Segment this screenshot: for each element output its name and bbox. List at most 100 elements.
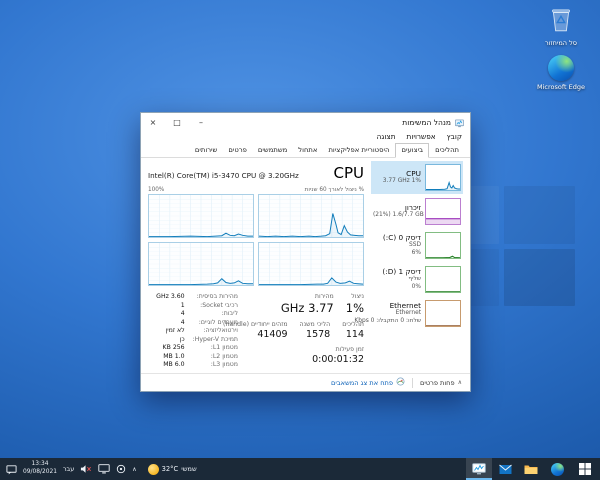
close-button[interactable]: × bbox=[141, 113, 165, 132]
tab-bar: תהליכיםביצועיםהיסטוריית אפליקציותאתחולמש… bbox=[141, 143, 470, 158]
disk1-sidebar-line1: שליף bbox=[373, 276, 421, 284]
edge-label: Microsoft Edge bbox=[535, 83, 587, 91]
tab-startup[interactable]: אתחול bbox=[293, 144, 322, 157]
stats-primary-row: ניצול1% מהירות3.77 GHz bbox=[248, 293, 364, 315]
detail-value-0: 3.60 GHz bbox=[143, 293, 185, 300]
cpu-sidebar-line1: 3.77 GHz 1% bbox=[373, 178, 421, 186]
taskbar-app-edge[interactable] bbox=[544, 458, 570, 480]
resource-monitor-icon bbox=[396, 377, 405, 388]
detail-label-3: מעבדים לוגיים: bbox=[193, 319, 238, 326]
action-center-icon[interactable] bbox=[6, 464, 17, 475]
network-icon[interactable] bbox=[98, 464, 110, 474]
stat-uptime-value: 0:00:01:32 bbox=[312, 354, 364, 365]
sidebar-item-disk0[interactable]: דיסק 0 (C:)SSD6% bbox=[371, 229, 463, 262]
fewer-details-label: פחות פרטים bbox=[420, 379, 455, 387]
memory-sidebar-title: זיכרון bbox=[373, 203, 421, 212]
tab-performance[interactable]: ביצועים bbox=[395, 143, 429, 158]
window-title: מנהל המשימות bbox=[402, 118, 451, 127]
detail-value-8: 6.0 MB bbox=[143, 361, 185, 368]
stat-utilization: ניצול1% bbox=[346, 293, 364, 315]
window-title-group: מנהל המשימות bbox=[402, 113, 464, 132]
detail-label-8: מטמון L3: bbox=[193, 361, 238, 368]
tray-status-icon[interactable] bbox=[116, 464, 126, 474]
stat-processes-value: 114 bbox=[342, 329, 364, 340]
sidebar-item-disk1[interactable]: דיסק 1 (D:)שליף0% bbox=[371, 263, 463, 296]
stat-uptime-label: זמן פעילות bbox=[312, 346, 364, 353]
minimize-button[interactable]: – bbox=[189, 113, 213, 132]
mail-icon bbox=[499, 460, 512, 479]
detail-value-6: 256 KB bbox=[143, 344, 185, 351]
menu-file[interactable]: קובץ bbox=[447, 132, 462, 141]
start-button[interactable] bbox=[570, 458, 600, 480]
window-footer: ∧ פחות פרטים פתח את צג המשאבים bbox=[141, 373, 470, 391]
language-indicator[interactable]: עבר bbox=[63, 465, 74, 473]
desktop-icon-recycle-bin[interactable]: סל המיחזור bbox=[532, 5, 590, 47]
sidebar-item-cpu[interactable]: CPU3.77 GHz 1% bbox=[371, 161, 463, 194]
detail-label-1: רכיבי Socket: bbox=[193, 302, 238, 309]
disk0-sidebar-title: דיסק 0 (C:) bbox=[373, 233, 421, 242]
stats-uptime-row: זמן פעילות0:00:01:32 bbox=[248, 346, 364, 365]
weather-condition: שמשי bbox=[181, 465, 197, 473]
menu-view[interactable]: תצוגה bbox=[377, 132, 396, 141]
stat-speed: מהירות3.77 GHz bbox=[281, 293, 334, 315]
chevron-up-icon: ∧ bbox=[458, 379, 462, 386]
sidebar-item-memory[interactable]: זיכרון(21%) 1.6/7.7 GB bbox=[371, 195, 463, 228]
tab-app-history[interactable]: היסטוריית אפליקציות bbox=[323, 144, 394, 157]
cpu-pane: CPU Intel(R) Core(TM) i5-3470 CPU @ 3.20… bbox=[148, 161, 364, 373]
stat-threads: הליכי משנה1578 bbox=[300, 321, 331, 340]
stat-threads-value: 1578 bbox=[300, 329, 331, 340]
desktop: סל המיחזור Microsoft Edge מנהל המשימות –… bbox=[0, 0, 600, 480]
taskbar-app-mail[interactable] bbox=[492, 458, 518, 480]
cpu-core-charts bbox=[148, 194, 364, 286]
detail-value-4: לא זמין bbox=[143, 327, 185, 334]
disk0-sidebar-line1: SSD bbox=[373, 242, 421, 250]
tab-details[interactable]: פרטים bbox=[223, 144, 252, 157]
stat-uptime: זמן פעילות0:00:01:32 bbox=[312, 346, 364, 365]
weather-temp: 32°C bbox=[162, 465, 179, 473]
disk0-mini-chart bbox=[425, 232, 461, 259]
detail-value-5: כן bbox=[143, 336, 185, 343]
footer-divider bbox=[412, 378, 413, 388]
tab-users[interactable]: משתמשים bbox=[253, 144, 292, 157]
tab-services[interactable]: שירותים bbox=[190, 144, 223, 157]
titlebar[interactable]: מנהל המשימות – □ × bbox=[141, 113, 470, 132]
detail-label-4: וירטואליזציה: bbox=[193, 327, 238, 334]
cpu-device-name: Intel(R) Core(TM) i5-3470 CPU @ 3.20GHz bbox=[148, 171, 299, 180]
disk1-sidebar-line2: 0% bbox=[373, 284, 421, 292]
weather-widget[interactable]: 32°C שמשי bbox=[143, 458, 202, 480]
memory-mini-chart bbox=[425, 198, 461, 225]
recycle-bin-label: סל המיחזור bbox=[532, 39, 590, 47]
desktop-icon-edge[interactable]: Microsoft Edge bbox=[535, 55, 587, 91]
detail-value-1: 1 bbox=[143, 302, 185, 309]
tab-processes[interactable]: תהליכים bbox=[430, 144, 464, 157]
disk1-sidebar-text: דיסק 1 (D:)שליף0% bbox=[373, 267, 421, 292]
cpu-core-chart-1 bbox=[148, 194, 254, 238]
detail-label-7: מטמון L2: bbox=[193, 353, 238, 360]
y-axis-max-label: 100% bbox=[148, 187, 164, 193]
edge-icon bbox=[548, 55, 574, 81]
disk1-mini-chart bbox=[425, 266, 461, 293]
fewer-details-button[interactable]: ∧ פחות פרטים bbox=[420, 379, 462, 387]
sun-icon bbox=[148, 464, 159, 475]
taskbar-clock[interactable]: 13:34 09/08/2021 bbox=[23, 461, 57, 476]
recycle-bin-icon bbox=[548, 18, 574, 37]
cpu-core-chart-2 bbox=[258, 242, 364, 286]
x-axis-label: % ניצול לאורך 60 שניות bbox=[305, 187, 364, 193]
volume-muted-icon[interactable] bbox=[80, 464, 92, 474]
task-manager-taskbar-icon bbox=[472, 460, 486, 479]
stat-utilization-label: ניצול bbox=[346, 293, 364, 300]
taskbar-app-task-manager[interactable] bbox=[466, 458, 492, 480]
ethernet-sidebar-text: EthernetEthernetשלחו: 0 התקבלו: 0 Kbps bbox=[373, 301, 421, 326]
stat-speed-value: 3.77 GHz bbox=[281, 301, 334, 315]
maximize-button[interactable]: □ bbox=[165, 113, 189, 132]
disk0-sidebar-line2: 6% bbox=[373, 250, 421, 258]
cpu-core-chart-0 bbox=[258, 194, 364, 238]
taskbar-app-file-explorer[interactable] bbox=[518, 458, 544, 480]
task-manager-app-icon bbox=[455, 113, 464, 132]
cpu-title: CPU bbox=[334, 164, 365, 182]
show-hidden-icons-chevron[interactable]: ∧ bbox=[132, 466, 136, 473]
sidebar-item-ethernet[interactable]: EthernetEthernetשלחו: 0 התקבלו: 0 Kbps bbox=[371, 297, 463, 330]
open-resource-monitor-link[interactable]: פתח את צג המשאבים bbox=[331, 377, 405, 388]
menu-options[interactable]: אפשרויות bbox=[407, 132, 436, 141]
stat-speed-label: מהירות bbox=[281, 293, 334, 300]
